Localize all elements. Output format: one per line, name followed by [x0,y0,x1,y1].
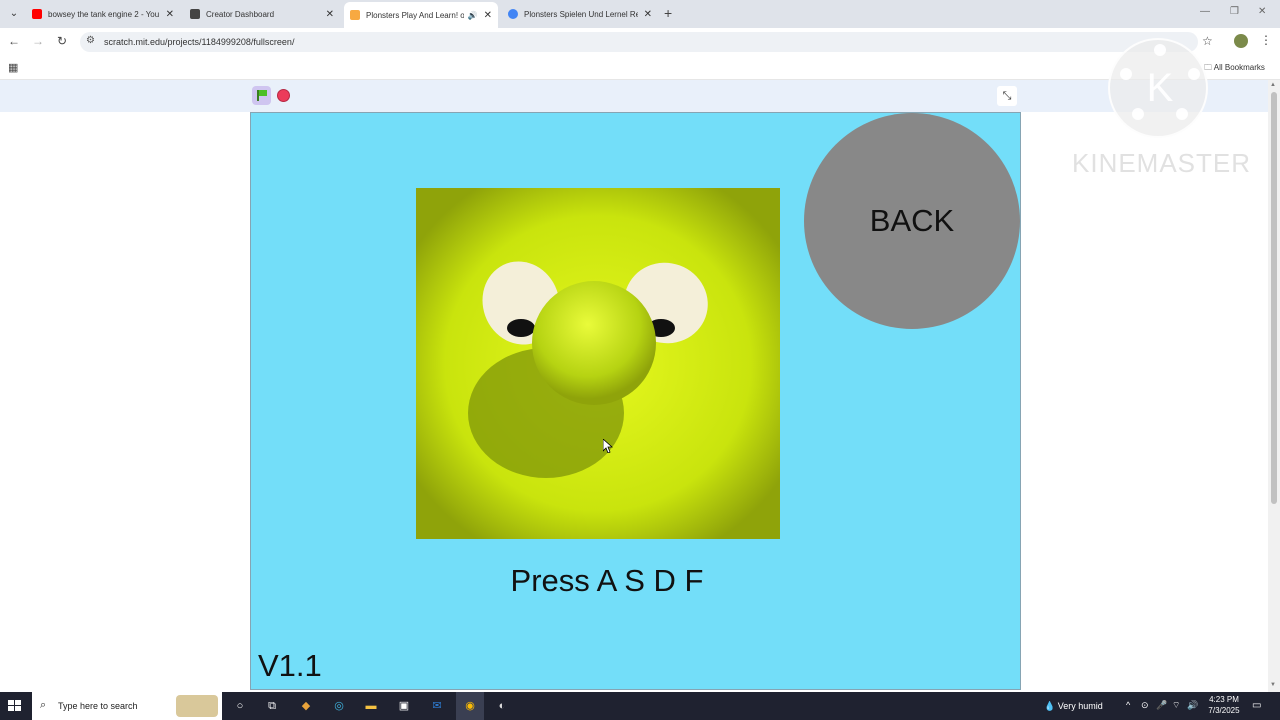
bookmark-star-icon[interactable]: ☆ [1202,34,1213,48]
address-bar[interactable]: ⚙ scratch.mit.edu/projects/1184999208/fu… [80,32,1198,52]
back-arrow-icon[interactable]: ← [6,34,22,48]
new-tab-icon[interactable]: + [664,5,672,21]
clock-time[interactable]: 4:23 PM [1206,695,1242,704]
tab-plonsters-active[interactable]: Plonsters Play And Learn! o 🔊 ✕ [344,2,498,28]
close-icon[interactable]: ✕ [326,9,334,20]
scroll-thumb[interactable] [1271,92,1277,504]
kinemaster-logo: K [1108,38,1208,138]
tray-app-icon[interactable]: ⊙ [1141,700,1149,711]
reload-icon[interactable]: ↻ [54,34,70,48]
network-icon[interactable]: ⌔ [1172,700,1180,711]
humidity-drop-icon: 💧 [1044,701,1056,711]
version-label: V1.1 [258,648,322,683]
tab-search-icon[interactable]: ⌄ [6,6,22,22]
all-bookmarks-button[interactable]: 🗀 All Bookmarks [1204,62,1265,76]
apps-grid-icon[interactable]: ▦ [8,61,18,74]
profile-avatar[interactable] [1234,34,1248,48]
back-button-label: BACK [869,203,955,238]
tab-title: bowsey the tank engine 2 - You [48,9,160,19]
tab-title: Plonsters Play And Learn! o [366,10,464,20]
clock-date[interactable]: 7/3/2025 [1206,706,1242,715]
tab-title: Creator Dashboard [206,9,275,19]
scratch-icon [350,10,360,20]
search-highlight-image [176,695,218,717]
instruction-text: Press A S D F [510,563,704,598]
youtube-icon [32,9,42,19]
weather-text: Very humid [1057,701,1103,711]
kebab-menu-icon[interactable]: ⋮ [1260,33,1272,47]
tab-creator-dashboard[interactable]: Creator Dashboard ✕ [184,4,340,24]
minimize-icon[interactable]: — [1200,6,1210,17]
tray-chevron-icon[interactable]: ^ [1126,700,1130,710]
speaker-icon[interactable]: 🔊 [468,11,478,20]
scroll-up-icon[interactable]: ▲ [1270,82,1276,88]
tab-youtube[interactable]: bowsey the tank engine 2 - You ✕ [26,4,180,24]
plonster-image [416,188,780,539]
close-icon[interactable]: ✕ [166,9,174,20]
google-icon [508,9,518,19]
task-view-icon[interactable]: ⧉ [264,698,280,714]
cortana-icon[interactable]: ○ [232,698,248,714]
copilot-icon[interactable]: ◆ [298,698,314,714]
stop-icon[interactable] [277,89,290,102]
search-placeholder: Type here to search [58,701,138,711]
file-explorer-icon[interactable]: ▬ [363,698,379,714]
exit-fullscreen-icon[interactable]: ⤡ [997,86,1017,106]
mouse-cursor-icon [603,439,613,453]
microphone-icon[interactable]: 🎤 [1156,700,1167,711]
scratch-controls-bar: ⤡ [0,80,1268,112]
search-icon: ⌕ [40,699,47,711]
volume-icon[interactable]: 🔊 [1187,700,1198,711]
edge-icon[interactable]: ◎ [331,698,347,714]
notification-icon[interactable]: ▭ [1252,700,1261,711]
windows-taskbar: ⌕ Type here to search ○ ⧉ ◆ ◎ ▬ ▣ ✉ ◉ ◐ … [0,692,1280,720]
back-button[interactable]: BACK [804,113,1020,329]
close-icon[interactable]: ✕ [644,9,652,20]
scroll-down-icon[interactable]: ▼ [1270,682,1276,688]
screen: ⌄ bowsey the tank engine 2 - You ✕ Creat… [0,0,1280,720]
url-text: scratch.mit.edu/projects/1184999208/full… [104,37,295,47]
all-bookmarks-label: All Bookmarks [1213,63,1265,72]
tab-strip: ⌄ bowsey the tank engine 2 - You ✕ Creat… [0,0,1280,28]
weather-widget[interactable]: 💧 Very humid [1044,701,1103,712]
window-close-icon[interactable]: ✕ [1258,6,1266,17]
close-icon[interactable]: ✕ [484,10,492,21]
store-icon[interactable]: ▣ [396,698,412,714]
tab-plonsters-google[interactable]: Plonsters Spielen Und Lernel Re ✕ [502,4,658,24]
green-flag-icon[interactable] [252,86,271,105]
browser-toolbar: ← → ↻ ⚙ scratch.mit.edu/projects/1184999… [0,28,1280,56]
chrome-icon[interactable]: ◉ [456,692,484,720]
page-scrollbar[interactable]: ▲ ▼ [1268,80,1280,692]
windows-start-icon[interactable] [8,700,22,712]
scratch-stage[interactable]: BACK Press A S D F V1.1 [250,112,1021,690]
taskbar-search-box[interactable]: ⌕ Type here to search [32,692,222,720]
restore-icon[interactable]: ❐ [1230,6,1239,17]
site-info-icon[interactable]: ⚙ [86,35,95,46]
forward-arrow-icon[interactable]: → [30,34,46,48]
tab-title: Plonsters Spielen Und Lernel Re [524,9,638,19]
dashboard-icon [190,9,200,19]
obs-icon[interactable]: ◐ [494,698,510,714]
bookmarks-bar: ▦ 🗀 All Bookmarks [0,56,1280,80]
kinemaster-watermark: KINEMASTER [1072,148,1252,178]
outlook-icon[interactable]: ✉ [429,698,445,714]
